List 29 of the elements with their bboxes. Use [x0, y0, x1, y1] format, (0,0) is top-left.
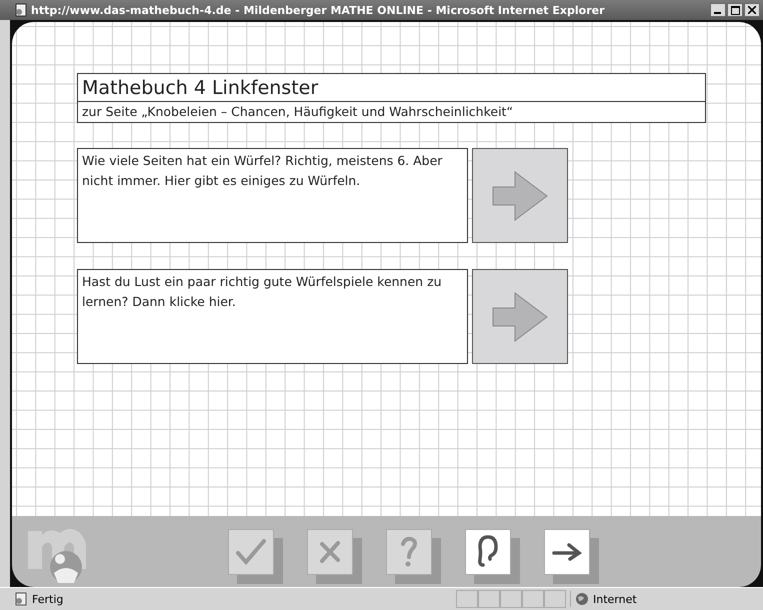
globe-icon [575, 592, 589, 606]
cross-icon [318, 540, 342, 564]
question-icon [399, 536, 419, 568]
check-icon [236, 538, 266, 564]
link-description: Wie viele Seiten hat ein Würfel? Richtig, meistens 6. Aber nicht immer. Hier gibt es einiges zu Würfeln. [77, 148, 468, 243]
maximize-button[interactable] [727, 3, 743, 17]
arrow-icon [491, 170, 549, 222]
page-icon [14, 3, 28, 17]
arrow-icon [552, 542, 582, 562]
page-title: Mathebuch 4 Linkfenster [78, 74, 705, 102]
go-button[interactable] [472, 269, 568, 364]
close-button[interactable] [744, 3, 760, 17]
status-pane [456, 590, 478, 608]
ear-icon [477, 534, 499, 568]
arrow-icon [491, 290, 549, 342]
link-description: Hast du Lust ein paar richtig gute Würfelspiele kennen zu lernen? Dann klicke hier. [77, 269, 468, 364]
page-icon [14, 592, 28, 606]
close-icon [748, 6, 756, 14]
status-pane [478, 590, 500, 608]
status-text: Fertig [32, 592, 64, 606]
zone-text: Internet [593, 592, 637, 606]
minimize-button[interactable] [710, 3, 726, 17]
page-subtitle: zur Seite „Knobeleien – Chancen, Häufigkeit und Wahrscheinlichkeit“ [81, 103, 514, 121]
go-button[interactable] [472, 148, 568, 243]
maximize-icon [730, 6, 740, 14]
status-pane [522, 590, 544, 608]
status-pane [500, 590, 522, 608]
window-title: http://www.das-mathebuch-4.de - Mildenberger MATHE ONLINE - Microsoft Internet Explorer [31, 4, 606, 16]
status-pane [544, 590, 566, 608]
